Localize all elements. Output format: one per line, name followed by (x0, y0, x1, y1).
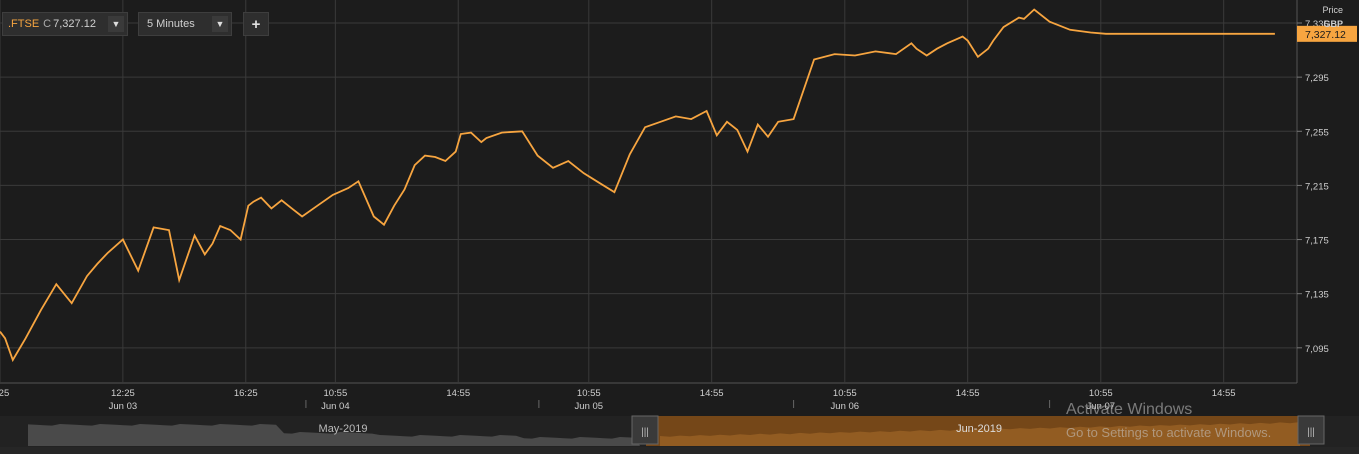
y-tick-label: 7,255 (1305, 127, 1329, 138)
y-tick-label: 7,215 (1305, 181, 1329, 192)
y-tick-label: 7,135 (1305, 290, 1329, 301)
y-tick-label: 7,095 (1305, 344, 1329, 355)
grip-icon: ||| (641, 427, 649, 438)
activate-windows-subtitle: Go to Settings to activate Windows. (1066, 425, 1272, 440)
x-tick-label: 14:55 (700, 388, 724, 399)
plot-background (0, 0, 1359, 400)
chevron-down-icon[interactable]: ▼ (108, 16, 124, 32)
x-date-label: Jun 06 (831, 401, 860, 412)
y-tick-label: 7,175 (1305, 236, 1329, 247)
x-tick-label: 16:25 (234, 388, 258, 399)
last-price-value: 7,327.12 (53, 18, 96, 30)
plus-icon: + (251, 15, 261, 33)
instrument-selector[interactable]: .FTSE C 7,327.12 ▼ (2, 12, 128, 36)
add-instrument-button[interactable]: + (243, 12, 269, 36)
x-date-label: Jun 05 (575, 401, 604, 412)
price-chart[interactable]: 7,0957,1357,1757,2157,2557,2957,3357,327… (0, 0, 1359, 454)
x-tick-label: 10:55 (1089, 388, 1113, 399)
interval-selector[interactable]: 5 Minutes ▼ (138, 12, 232, 36)
price-axis-title: Price (1322, 5, 1343, 15)
activate-windows-title: Activate Windows (1066, 401, 1193, 418)
x-tick-label: 14:55 (956, 388, 980, 399)
last-price-badge: 7,327.12 (1305, 29, 1346, 41)
navigator-month-jun: Jun-2019 (956, 423, 1002, 435)
x-tick-label: 10:55 (323, 388, 347, 399)
ric-label: .FTSE (8, 18, 40, 30)
chevron-down-icon[interactable]: ▼ (212, 16, 228, 32)
x-tick-label: 14:55 (446, 388, 470, 399)
price-axis-currency: GBP (1323, 19, 1343, 29)
x-tick-label: 14:55 (1212, 388, 1236, 399)
bottom-toolbar-strip (0, 447, 1359, 454)
close-tag: C (43, 18, 52, 30)
navigator-month-may: May-2019 (319, 423, 368, 435)
x-tick-label: 10:55 (833, 388, 857, 399)
x-date-label: Jun 03 (109, 401, 138, 412)
grip-icon: ||| (1307, 427, 1315, 438)
interval-label: 5 Minutes (147, 18, 195, 30)
y-tick-label: 7,295 (1305, 73, 1329, 84)
x-tick-label: 8:25 (0, 388, 9, 399)
x-tick-label: 10:55 (577, 388, 601, 399)
x-tick-label: 12:25 (111, 388, 135, 399)
x-date-label: Jun 04 (321, 401, 350, 412)
